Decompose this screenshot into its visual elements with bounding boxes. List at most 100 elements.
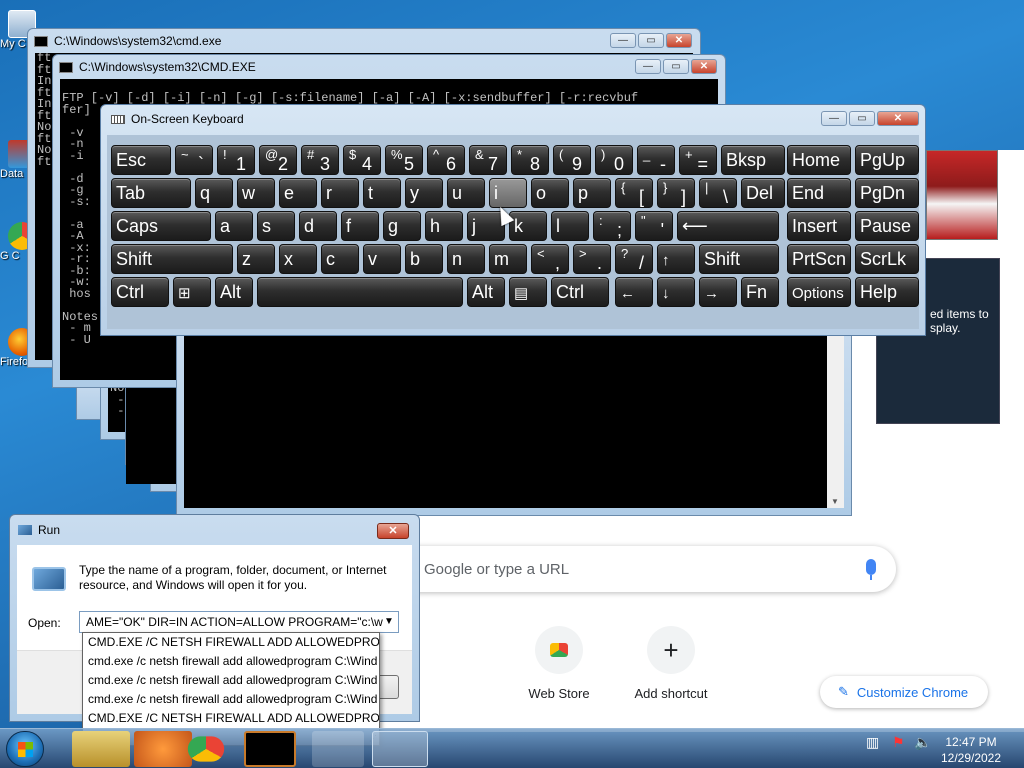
history-item[interactable]: CMD.EXE /C NETSH FIREWALL ADD ALLOWEDPRO… bbox=[83, 633, 379, 652]
key-d[interactable]: d bbox=[299, 211, 337, 241]
key-g[interactable]: g bbox=[383, 211, 421, 241]
key-arrow-down[interactable]: ↓ bbox=[657, 277, 695, 307]
minimize-button[interactable]: — bbox=[610, 33, 636, 48]
key-7[interactable]: & 7 bbox=[469, 145, 507, 175]
cmd-window-main[interactable]: ▼ bbox=[176, 330, 852, 516]
key-a[interactable]: a bbox=[215, 211, 253, 241]
key-6[interactable]: ^ 6 bbox=[427, 145, 465, 175]
chevron-down-icon[interactable]: ▼ bbox=[380, 612, 398, 632]
key-2[interactable]: @2 bbox=[259, 145, 297, 175]
key-9[interactable]: (9 bbox=[553, 145, 591, 175]
key-bracket-0[interactable]: {[ bbox=[615, 178, 653, 208]
minimize-button[interactable]: — bbox=[821, 111, 847, 126]
key-x[interactable]: x bbox=[279, 244, 317, 274]
minimize-button[interactable]: — bbox=[635, 59, 661, 74]
key-e[interactable]: e bbox=[279, 178, 317, 208]
key-pause[interactable]: Pause bbox=[855, 211, 919, 241]
key-fn[interactable]: Fn bbox=[741, 277, 779, 307]
maximize-button[interactable]: ▭ bbox=[663, 59, 689, 74]
key-`[interactable]: ~ ` bbox=[175, 145, 213, 175]
key-arrow-right[interactable]: → bbox=[699, 277, 737, 307]
taskbar-chrome[interactable] bbox=[187, 736, 225, 762]
history-item[interactable]: cmd.exe /c netsh firewall add allowedpro… bbox=[83, 671, 379, 690]
shortcut-add[interactable]: + Add shortcut bbox=[616, 626, 726, 701]
key-arrow-up[interactable]: ↑ bbox=[657, 244, 695, 274]
key-pgup[interactable]: PgUp bbox=[855, 145, 919, 175]
key-insert[interactable]: Insert bbox=[787, 211, 851, 241]
chrome-search-box[interactable]: ch Google or type a URL bbox=[386, 546, 896, 592]
key-del[interactable]: Del bbox=[741, 178, 785, 208]
key-l[interactable]: l bbox=[551, 211, 589, 241]
key-bracket-2[interactable]: | \ bbox=[699, 178, 737, 208]
taskbar-item[interactable] bbox=[312, 731, 364, 767]
start-button[interactable] bbox=[6, 731, 44, 767]
key-menu[interactable]: ▤ bbox=[509, 277, 547, 307]
key-semi-0[interactable]: :; bbox=[593, 211, 631, 241]
close-button[interactable]: ✕ bbox=[877, 111, 919, 126]
key-ctrl-left[interactable]: Ctrl bbox=[111, 277, 169, 307]
key-alt-right[interactable]: Alt bbox=[467, 277, 505, 307]
key-shift-right[interactable]: Shift bbox=[699, 244, 779, 274]
key-bksp[interactable]: Bksp bbox=[721, 145, 785, 175]
open-combobox[interactable]: AME="OK" DIR=IN ACTION=ALLOW PROGRAM="c:… bbox=[79, 611, 399, 633]
key-v[interactable]: v bbox=[363, 244, 401, 274]
key-=[interactable]: + = bbox=[679, 145, 717, 175]
key-space[interactable] bbox=[257, 277, 463, 307]
key-help[interactable]: Help bbox=[855, 277, 919, 307]
key-scrlk[interactable]: ScrLk bbox=[855, 244, 919, 274]
key-semi-1[interactable]: " ' bbox=[635, 211, 673, 241]
flag-icon[interactable]: ⚑ bbox=[892, 734, 905, 751]
key-c[interactable]: c bbox=[321, 244, 359, 274]
close-button[interactable]: ✕ bbox=[377, 523, 409, 539]
scrollbar[interactable]: ▼ bbox=[827, 331, 844, 508]
key-m[interactable]: m bbox=[489, 244, 527, 274]
key--[interactable]: _ - bbox=[637, 145, 675, 175]
key-y[interactable]: y bbox=[405, 178, 443, 208]
taskbar-explorer[interactable] bbox=[72, 731, 130, 767]
key-p[interactable]: p bbox=[573, 178, 611, 208]
key-comma-0[interactable]: <, bbox=[531, 244, 569, 274]
key-r[interactable]: r bbox=[321, 178, 359, 208]
key-i[interactable]: i bbox=[489, 178, 527, 208]
key-8[interactable]: * 8 bbox=[511, 145, 549, 175]
key-z[interactable]: z bbox=[237, 244, 275, 274]
key-4[interactable]: $4 bbox=[343, 145, 381, 175]
key-arrow-left[interactable]: ← bbox=[615, 277, 653, 307]
key-q[interactable]: q bbox=[195, 178, 233, 208]
key-s[interactable]: s bbox=[257, 211, 295, 241]
maximize-button[interactable]: ▭ bbox=[849, 111, 875, 126]
key-ctrl-right[interactable]: Ctrl bbox=[551, 277, 609, 307]
close-button[interactable]: ✕ bbox=[666, 33, 692, 48]
history-item[interactable]: cmd.exe /c netsh firewall add allowedpro… bbox=[83, 652, 379, 671]
key-alt-left[interactable]: Alt bbox=[215, 277, 253, 307]
network-icon[interactable]: ▥ bbox=[866, 734, 879, 751]
key-5[interactable]: % 5 bbox=[385, 145, 423, 175]
key-shift-left[interactable]: Shift bbox=[111, 244, 233, 274]
key-k[interactable]: k bbox=[509, 211, 547, 241]
key-enter[interactable]: ⟵ bbox=[677, 211, 779, 241]
key-home[interactable]: Home bbox=[787, 145, 851, 175]
key-comma-1[interactable]: >. bbox=[573, 244, 611, 274]
key-bracket-1[interactable]: }] bbox=[657, 178, 695, 208]
key-b[interactable]: b bbox=[405, 244, 443, 274]
clock[interactable]: 12:47 PM 12/29/2022 bbox=[940, 734, 1002, 766]
key-h[interactable]: h bbox=[425, 211, 463, 241]
taskbar-media-player[interactable] bbox=[134, 731, 192, 767]
key-pgdn[interactable]: PgDn bbox=[855, 178, 919, 208]
key-3[interactable]: #3 bbox=[301, 145, 339, 175]
key-caps[interactable]: Caps bbox=[111, 211, 211, 241]
key-comma-2[interactable]: ? / bbox=[615, 244, 653, 274]
key-w[interactable]: w bbox=[237, 178, 275, 208]
key-o[interactable]: o bbox=[531, 178, 569, 208]
key-tab[interactable]: Tab bbox=[111, 178, 191, 208]
key-0[interactable]: ) 0 bbox=[595, 145, 633, 175]
key-options[interactable]: Options bbox=[787, 277, 851, 307]
key-esc[interactable]: Esc bbox=[111, 145, 171, 175]
key-prtscn[interactable]: PrtScn bbox=[787, 244, 851, 274]
key-end[interactable]: End bbox=[787, 178, 851, 208]
history-item[interactable]: CMD.EXE /C NETSH FIREWALL ADD ALLOWEDPRO… bbox=[83, 709, 379, 728]
taskbar-cmd[interactable] bbox=[244, 731, 296, 767]
key-n[interactable]: n bbox=[447, 244, 485, 274]
volume-icon[interactable]: 🔈 bbox=[914, 734, 931, 751]
key-windows[interactable]: ⊞ bbox=[173, 277, 211, 307]
